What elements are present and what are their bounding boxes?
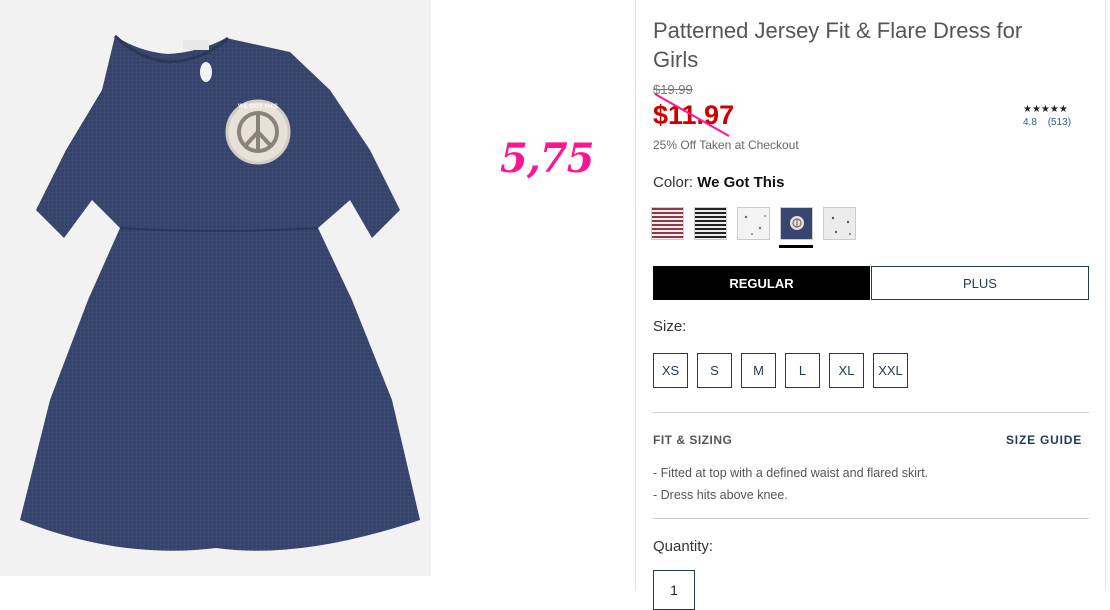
- swatch-red-stripe[interactable]: [651, 207, 684, 240]
- swatch-navy-peace[interactable]: [780, 207, 813, 240]
- fit-plus-button[interactable]: PLUS: [871, 266, 1089, 300]
- section-divider: [653, 412, 1089, 413]
- selected-color-name: We Got This: [697, 174, 785, 191]
- size-xl-button[interactable]: XL: [829, 353, 864, 388]
- price-strike-annotation: [654, 93, 730, 137]
- swatch-white-print[interactable]: [737, 207, 770, 240]
- fit-detail-item: - Fitted at top with a defined waist and…: [653, 466, 929, 480]
- rating-score: 4.8: [1023, 117, 1037, 128]
- size-xxl-button[interactable]: XXL: [873, 353, 908, 388]
- star-rating-icon: ★★★★★: [1023, 104, 1068, 115]
- review-count[interactable]: (513): [1048, 117, 1071, 128]
- patch-text: WE GOT THIS: [238, 104, 278, 110]
- fit-detail-item: - Dress hits above knee.: [653, 487, 788, 502]
- size-label: Size:: [653, 318, 687, 335]
- size-m-button[interactable]: M: [741, 353, 776, 388]
- product-title: Patterned Jersey Fit & Flare Dress for G…: [653, 18, 1023, 72]
- fit-details-list: - Fitted at top with a defined waist and…: [653, 463, 928, 506]
- fit-regular-button[interactable]: REGULAR: [653, 266, 870, 300]
- color-label-text: Color:: [653, 174, 694, 191]
- swatch-black-stripe[interactable]: [694, 207, 727, 240]
- size-xs-button[interactable]: XS: [653, 353, 688, 388]
- panel-divider-right: [1105, 0, 1106, 591]
- rating-summary[interactable]: ★★★★★ 4.8 (513): [1023, 104, 1079, 128]
- color-label: Color: We Got This: [653, 174, 784, 191]
- product-image[interactable]: WE GOT THIS: [0, 0, 431, 576]
- swatch-gray-print[interactable]: [823, 207, 856, 240]
- size-l-button[interactable]: L: [785, 353, 820, 388]
- size-s-button[interactable]: S: [697, 353, 732, 388]
- section-divider: [653, 518, 1089, 519]
- fit-sizing-heading[interactable]: FIT & SIZING: [653, 433, 732, 447]
- quantity-label: Quantity:: [653, 538, 714, 555]
- dress-illustration: WE GOT THIS: [20, 34, 420, 551]
- size-guide-link[interactable]: SIZE GUIDE: [1006, 433, 1082, 447]
- selected-swatch-indicator: [779, 245, 813, 248]
- panel-divider: [635, 0, 636, 591]
- quantity-select[interactable]: 1: [653, 570, 695, 610]
- price-annotation: 5,75: [500, 135, 594, 182]
- discount-note: 25% Off Taken at Checkout: [653, 138, 799, 152]
